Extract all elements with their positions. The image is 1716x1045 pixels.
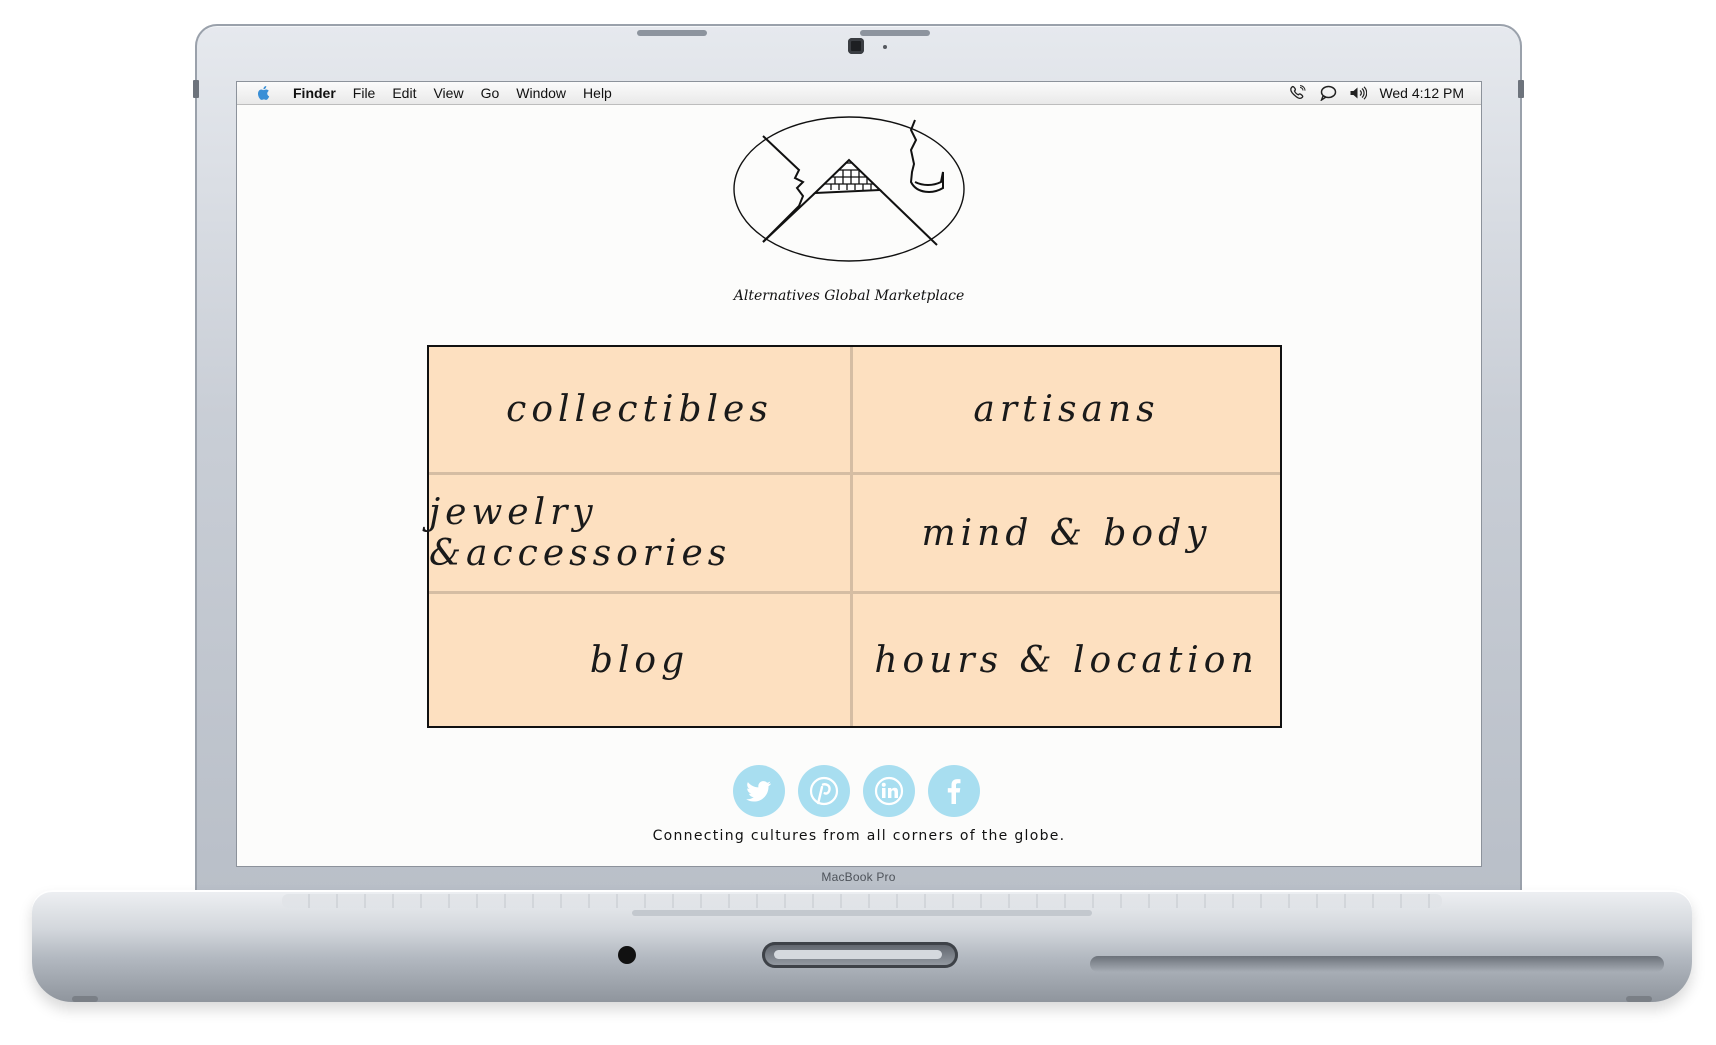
front-latch-slot	[762, 942, 958, 968]
nav-jewelry-accessories[interactable]: jewelry &accessories	[429, 475, 853, 594]
laptop-base	[32, 890, 1692, 1002]
site-tagline: Connecting cultures from all corners of …	[652, 828, 1066, 844]
pinterest-icon	[809, 776, 839, 806]
twitter-link[interactable]	[733, 765, 785, 817]
category-nav-grid: collectibles artisans jewelry &accessori…	[427, 345, 1282, 728]
menu-edit[interactable]: Edit	[392, 85, 416, 101]
linkedin-link[interactable]	[863, 765, 915, 817]
logo-emblem-icon	[733, 116, 965, 262]
nav-hours-location[interactable]: hours & location	[853, 594, 1280, 726]
lid-notch-right	[860, 30, 930, 36]
laptop-mockup: MacBook Pro Finder File Edit View Go Win…	[0, 0, 1716, 1045]
linkedin-icon	[874, 776, 904, 806]
screen: Finder File Edit View Go Window Help Wed…	[237, 82, 1481, 866]
keyboard-edge	[282, 894, 1442, 908]
chat-bubble-icon[interactable]	[1319, 85, 1337, 101]
menu-go[interactable]: Go	[481, 85, 500, 101]
menu-extras: Wed 4:12 PM	[1277, 85, 1481, 101]
menu-view[interactable]: View	[433, 85, 463, 101]
facebook-icon	[947, 779, 961, 804]
apple-menu-icon[interactable]	[255, 84, 273, 102]
foot-right	[1626, 996, 1652, 1002]
pinterest-link[interactable]	[798, 765, 850, 817]
webcam-icon	[848, 38, 864, 54]
nav-collectibles[interactable]: collectibles	[429, 347, 853, 475]
foot-left	[72, 996, 98, 1002]
lid-latch-right	[1518, 80, 1524, 98]
logo-caption: Alternatives Global Marketplace	[733, 288, 965, 304]
optical-drive-slot	[1090, 956, 1664, 972]
lid-notch-left	[637, 30, 707, 36]
device-brand-label: MacBook Pro	[821, 870, 896, 884]
menu-window[interactable]: Window	[516, 85, 566, 101]
lid-latch-left	[193, 80, 199, 98]
volume-icon[interactable]	[1349, 85, 1368, 101]
webcam-indicator	[883, 45, 887, 49]
trackpad-edge	[632, 910, 1092, 916]
social-links	[733, 765, 993, 817]
site-logo[interactable]: Alternatives Global Marketplace	[719, 102, 979, 322]
nav-blog[interactable]: blog	[429, 594, 853, 726]
menu-clock[interactable]: Wed 4:12 PM	[1379, 85, 1464, 101]
menu-app-name[interactable]: Finder	[293, 85, 336, 101]
menu-help[interactable]: Help	[583, 85, 612, 101]
nav-mind-body[interactable]: mind & body	[853, 475, 1280, 594]
phone-icon[interactable]	[1289, 85, 1307, 101]
facebook-link[interactable]	[928, 765, 980, 817]
sleep-light-icon	[618, 946, 636, 964]
menu-file[interactable]: File	[353, 85, 376, 101]
nav-artisans[interactable]: artisans	[853, 347, 1280, 475]
twitter-icon	[746, 781, 771, 802]
